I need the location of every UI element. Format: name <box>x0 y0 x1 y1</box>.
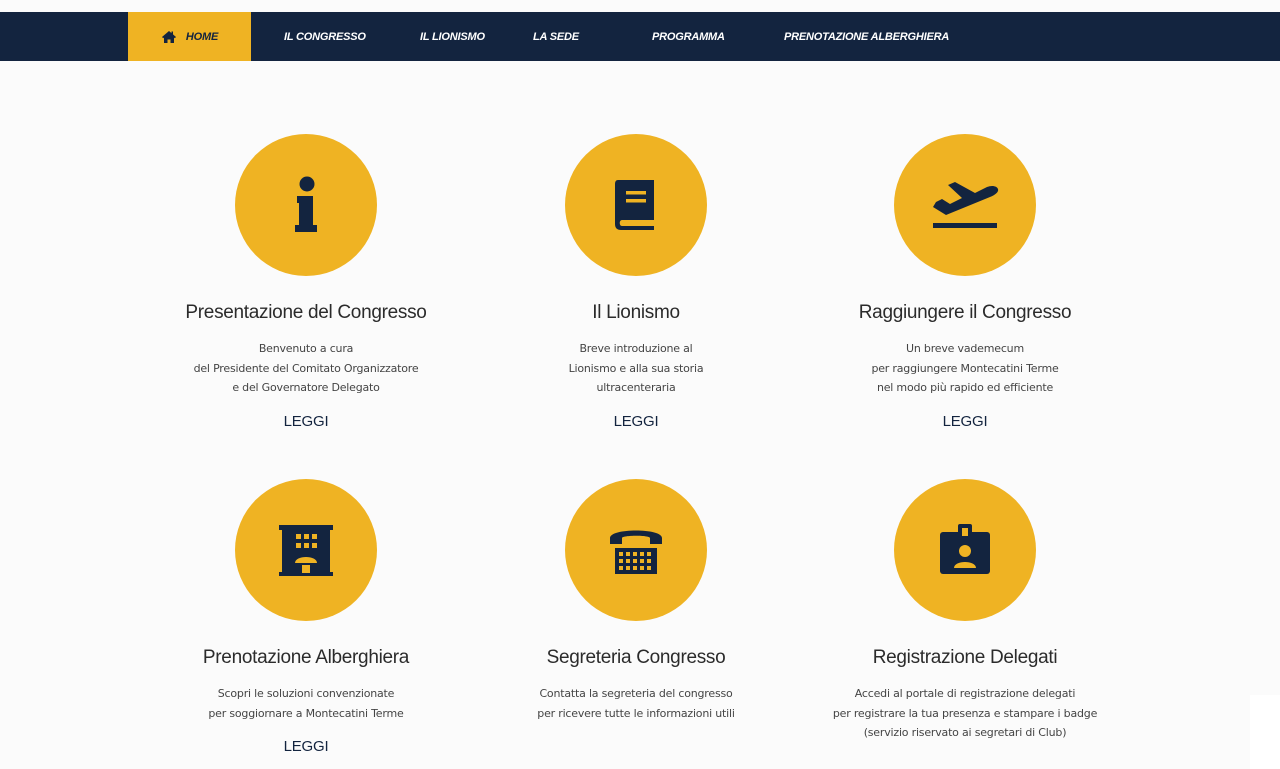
card-description-line: Contatta la segreteria del congresso <box>539 687 733 700</box>
card-description-line: per registrare la tua presenza e stampar… <box>832 706 1098 720</box>
card-description: Scopri le soluzioni convenzionate per so… <box>141 684 471 723</box>
card-description: Benvenuto a cura del Presidente del Comi… <box>141 339 471 398</box>
card-description-line: Un breve vademecum <box>906 342 1024 355</box>
card-description: Breve introduzione al Lionismo e alla su… <box>471 339 801 398</box>
card-icon-circle[interactable] <box>565 134 707 276</box>
card-lionismo: Il Lionismo Breve introduzione al Lionis… <box>471 134 801 431</box>
card-icon-circle[interactable] <box>235 134 377 276</box>
card-title: Raggiungere il Congresso <box>858 302 1072 323</box>
card-description-line: Scopri le soluzioni convenzionate <box>217 687 395 700</box>
leggi-link[interactable]: LEGGI <box>284 413 329 430</box>
card-title: Il Lionismo <box>592 302 680 323</box>
card-description-line: e del Governatore Delegato <box>232 381 380 394</box>
leggi-link[interactable]: LEGGI <box>614 413 659 430</box>
card-icon-circle[interactable] <box>235 479 377 621</box>
card-description: Un breve vademecum per raggiungere Monte… <box>800 339 1130 398</box>
card-description-line: nel modo più rapido ed efficiente <box>876 381 1054 394</box>
plane-departure-icon <box>933 182 999 228</box>
card-title: Presentazione del Congresso <box>185 302 427 323</box>
hotel-building-icon <box>279 525 333 576</box>
card-title: Prenotazione Alberghiera <box>202 647 410 668</box>
card-description-line: Breve introduzione al <box>579 342 693 355</box>
card-icon-circle[interactable] <box>894 479 1036 621</box>
corner-overlay-box <box>1250 695 1280 769</box>
telephone-icon <box>610 530 662 574</box>
card-description-line: (servizio riservato ai segretari di Club… <box>863 726 1067 739</box>
card-presentazione: Presentazione del Congresso Benvenuto a … <box>141 134 471 431</box>
card-description: Contatta la segreteria del congresso per… <box>471 684 801 723</box>
card-prenotazione: Prenotazione Alberghiera Scopri le soluz… <box>141 479 471 756</box>
card-description-line: per soggiornare a Montecatini Terme <box>208 706 404 720</box>
card-icon-circle[interactable] <box>894 134 1036 276</box>
card-description: Accedi al portale di registrazione deleg… <box>800 684 1130 743</box>
card-raggiungere: Raggiungere il Congresso Un breve vademe… <box>800 134 1130 431</box>
card-description-line: Accedi al portale di registrazione deleg… <box>854 687 1076 700</box>
card-description-line: del Presidente del Comitato Organizzator… <box>193 361 419 375</box>
leggi-link[interactable]: LEGGI <box>284 738 329 755</box>
card-description-line: Lionismo e alla sua storia <box>568 361 704 375</box>
card-segreteria: Segreteria Congresso Contatta la segrete… <box>471 479 801 723</box>
card-title: Registrazione Delegati <box>872 647 1058 668</box>
id-badge-icon <box>940 524 990 574</box>
info-icon <box>295 176 317 232</box>
card-description-line: Benvenuto a cura <box>258 342 354 355</box>
feature-grid: Presentazione del Congresso Benvenuto a … <box>0 0 1280 769</box>
card-title: Segreteria Congresso <box>546 647 726 668</box>
book-icon <box>615 180 654 230</box>
card-description-line: per raggiungere Montecatini Terme <box>871 361 1059 375</box>
card-description-line: per ricevere tutte le informazioni utili <box>537 706 735 720</box>
card-registrazione: Registrazione Delegati Accedi al portale… <box>800 479 1130 743</box>
card-icon-circle[interactable] <box>565 479 707 621</box>
leggi-link[interactable]: LEGGI <box>943 413 988 430</box>
card-description-line: ultracenteraria <box>596 381 676 394</box>
